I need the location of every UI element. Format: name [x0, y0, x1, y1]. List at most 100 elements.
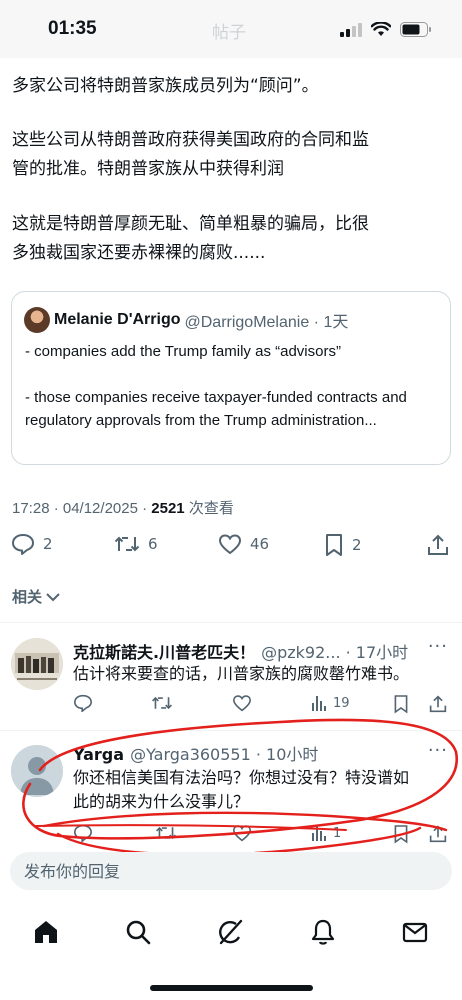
tab-search[interactable]: [123, 917, 153, 947]
chevron-down-icon: [46, 592, 60, 601]
avatar: [24, 307, 50, 333]
status-time: 01:35: [48, 18, 97, 39]
status-icons: [340, 22, 432, 37]
retweet-icon: [114, 536, 140, 552]
bookmark-icon: [394, 695, 408, 714]
home-icon: [35, 921, 57, 943]
share-button[interactable]: [429, 824, 447, 844]
retweet-button[interactable]: [155, 824, 177, 842]
share-icon: [429, 695, 447, 713]
like-button[interactable]: [232, 694, 252, 712]
related-label: 相关: [12, 588, 43, 606]
reply-author-name: 克拉斯諾夫.川普老匹夫！: [73, 643, 256, 662]
bookmark-count: 2: [352, 536, 362, 554]
reply-text: 估计将来要查的话，川普家族的腐败罄竹难书。: [73, 664, 410, 683]
views-count: 19: [333, 695, 350, 711]
view-count: 2521: [151, 500, 185, 517]
heart-icon: [232, 695, 252, 712]
reply-text-line: 你还相信美国有法治吗？你想过没有？特没谱如: [73, 768, 410, 787]
more-options-icon[interactable]: ···: [428, 740, 448, 761]
reply-tweet[interactable]: 克拉斯諾夫.川普老匹夫！ @pzk92... · 17小时 ··· 估计将来要查…: [0, 622, 462, 730]
bookmark-button[interactable]: [393, 694, 409, 714]
analytics-icon: [312, 696, 326, 711]
search-icon: [126, 920, 151, 945]
avatar: [11, 745, 63, 797]
reply-actions: 1: [73, 824, 453, 846]
bookmark-button[interactable]: 2: [324, 533, 362, 557]
retweet-count: 6: [148, 535, 158, 553]
views-button[interactable]: 19: [311, 694, 350, 712]
tab-messages[interactable]: [400, 917, 430, 947]
reply-button[interactable]: [73, 824, 93, 842]
quoted-tweet-body: - companies add the Trump family as “adv…: [25, 340, 443, 432]
share-icon: [429, 825, 447, 843]
default-avatar-icon: [11, 745, 63, 797]
status-bar: 01:35 帖子: [0, 0, 462, 58]
reply-author-handle: @pzk92... · 17小时: [261, 643, 409, 662]
like-button[interactable]: 46: [218, 533, 269, 555]
reply-button[interactable]: 2: [11, 533, 53, 555]
like-count: 46: [250, 535, 270, 553]
tweet-actions: 2 6 46 2: [0, 533, 462, 563]
reply-count: 2: [43, 535, 53, 553]
quoted-author-name: Melanie D'Arrigo: [54, 311, 181, 328]
reply-author-name: Yarga: [73, 745, 125, 764]
reply-author-handle: @Yarga360551 · 10小时: [130, 745, 319, 764]
reply-text-line: 此的胡来为什么没事儿？: [73, 792, 250, 811]
reply-header: Yarga @Yarga360551 · 10小时: [73, 741, 318, 765]
reply-button[interactable]: [73, 694, 93, 712]
comment-icon: [73, 824, 93, 842]
share-icon: [428, 534, 448, 555]
related-toggle[interactable]: 相关: [12, 586, 61, 607]
retweet-icon: [156, 826, 176, 840]
nav-title: 帖子: [212, 23, 246, 43]
tweet-text-line: 这就是特朗普厚颜无耻、简单粗暴的骗局，比很: [12, 214, 369, 234]
bookmark-button[interactable]: [393, 824, 409, 844]
heart-icon: [232, 825, 252, 842]
tab-notifications[interactable]: [308, 917, 338, 947]
view-label: 次查看: [184, 500, 234, 517]
more-options-icon[interactable]: ···: [428, 636, 448, 657]
tweet-text-line: 多独裁国家还要赤裸裸的腐败......: [12, 243, 266, 263]
views-button[interactable]: 1: [311, 824, 341, 842]
grok-icon: [219, 919, 243, 945]
retweet-icon: [152, 696, 172, 710]
bookmark-icon: [394, 825, 408, 844]
avatar: [11, 638, 63, 690]
heart-icon: [218, 534, 242, 555]
reply-tweet[interactable]: Yarga @Yarga360551 · 10小时 ··· 你还相信美国有法治吗…: [0, 730, 462, 845]
tweet-timestamp: 17:28 · 04/12/2025 ·: [12, 500, 152, 517]
quoted-paragraph: - companies add the Trump family as “adv…: [25, 343, 341, 360]
reply-header: 克拉斯諾夫.川普老匹夫！ @pzk92... · 17小时: [73, 639, 408, 663]
tweet-meta: 17:28 · 04/12/2025 · 2521 次查看: [12, 497, 234, 518]
quoted-paragraph: - those companies receive taxpayer-funde…: [25, 389, 407, 429]
views-count: 1: [333, 825, 342, 841]
tweet-text-line: 这些公司从特朗普政府获得美国政府的合同和监: [12, 130, 369, 150]
tab-home[interactable]: [31, 917, 61, 947]
quoted-author-handle: @DarrigoMelanie · 1天: [184, 314, 349, 331]
reply-compose-bar[interactable]: [10, 852, 452, 890]
mail-icon: [402, 922, 428, 943]
share-button[interactable]: [429, 694, 447, 714]
bottom-tab-bar: [0, 900, 462, 970]
bell-icon: [311, 919, 335, 945]
comment-icon: [12, 534, 34, 555]
quoted-tweet-header: Melanie D'Arrigo @DarrigoMelanie · 1天: [24, 307, 348, 333]
wifi-icon: [371, 22, 391, 36]
tweet-text-line: 多家公司将特朗普家族成员列为“顾问”。: [12, 76, 319, 96]
cellular-signal-icon: [340, 22, 362, 37]
battery-icon: [400, 22, 431, 37]
comment-icon: [73, 694, 93, 712]
reply-input[interactable]: [24, 852, 434, 890]
bookmark-icon: [326, 534, 342, 556]
retweet-button[interactable]: 6: [114, 533, 158, 555]
home-indicator: [150, 985, 313, 991]
reply-actions: 19: [73, 694, 453, 716]
retweet-button[interactable]: [151, 694, 173, 712]
tweet-text-line: 管的批准。特朗普家族从中获得利润: [12, 159, 284, 179]
analytics-icon: [312, 826, 326, 841]
tab-grok[interactable]: [216, 917, 246, 947]
quoted-tweet-card[interactable]: Melanie D'Arrigo @DarrigoMelanie · 1天 - …: [11, 291, 451, 465]
share-button[interactable]: [427, 533, 449, 557]
like-button[interactable]: [232, 824, 252, 842]
